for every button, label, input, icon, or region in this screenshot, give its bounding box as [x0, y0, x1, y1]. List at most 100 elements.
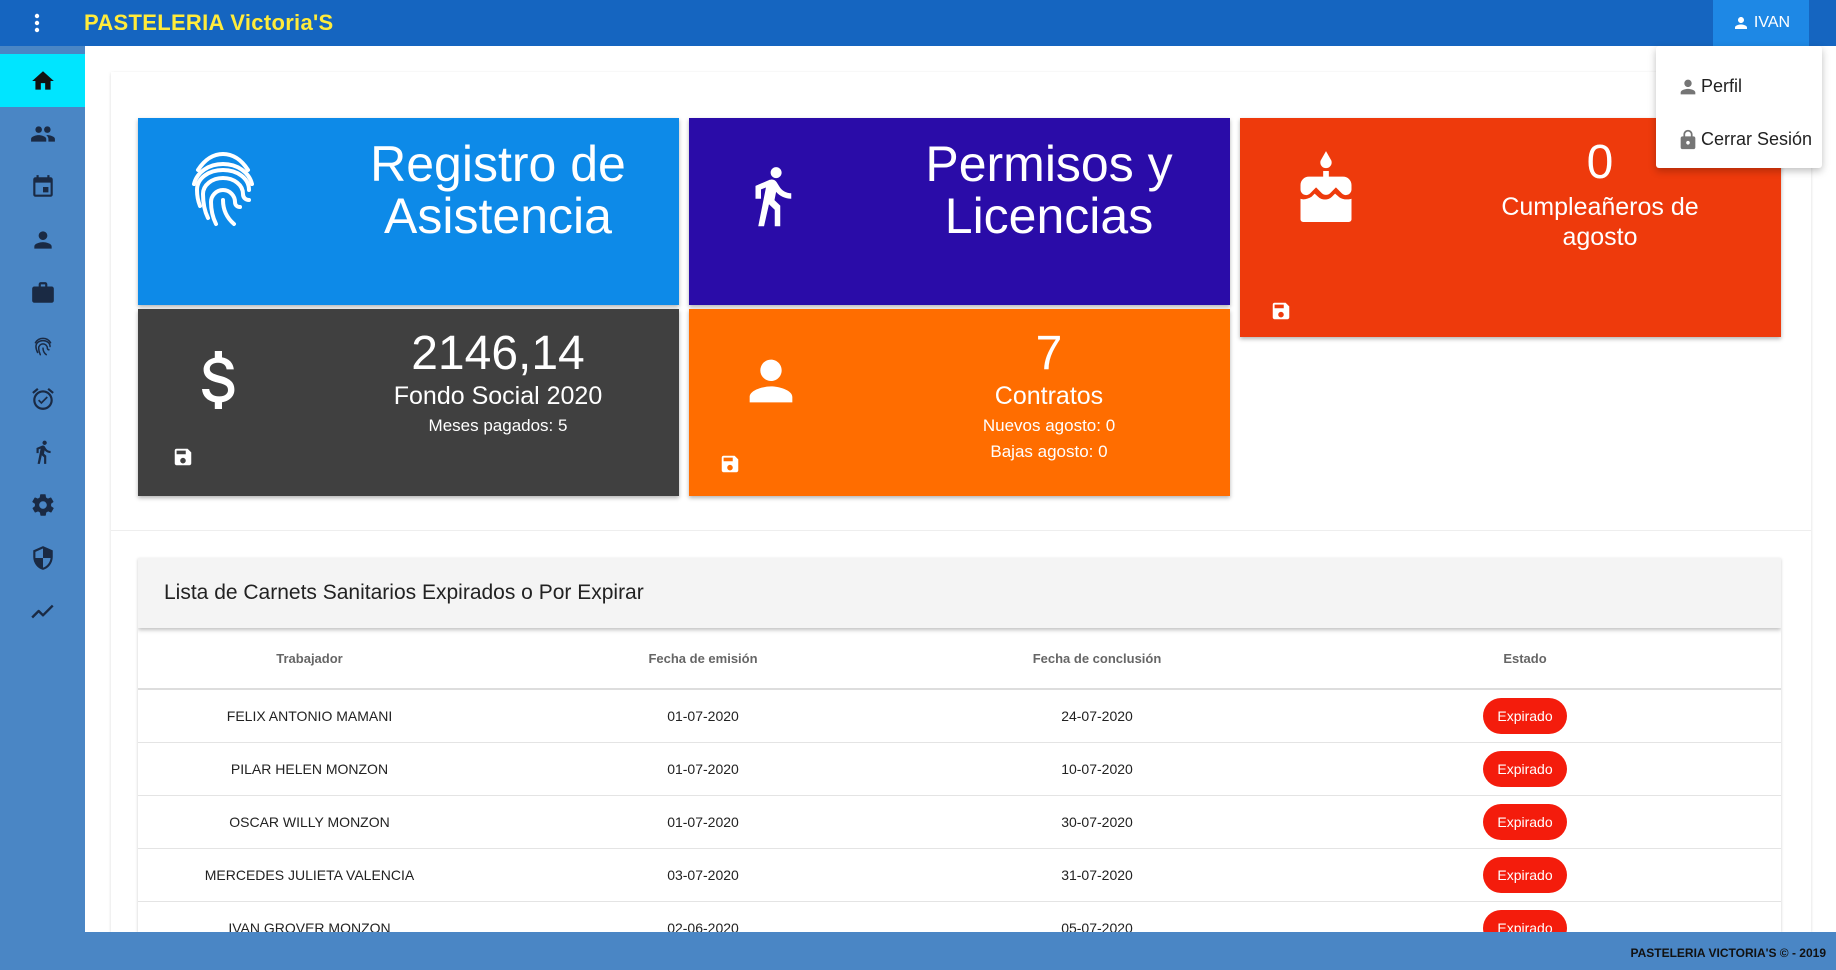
sidebar-item-permissions[interactable]	[0, 425, 85, 478]
status-badge[interactable]: Expirado	[1483, 909, 1567, 932]
status-badge[interactable]: Expirado	[1483, 856, 1567, 893]
sidebar-item-fingerprint[interactable]	[0, 319, 85, 372]
main-content: Registro de Asistencia Permisos y Licenc…	[85, 46, 1836, 932]
tile-registro-line1: Registro de	[370, 136, 626, 192]
section-divider	[111, 530, 1811, 531]
cell-conclusion: 31-07-2020	[925, 848, 1269, 902]
cell-emision: 03-07-2020	[481, 848, 925, 902]
cell-estado: Expirado	[1269, 848, 1781, 902]
sidebar-item-people[interactable]	[0, 107, 85, 160]
tile-cumple-line2: agosto	[1562, 223, 1638, 251]
save-icon[interactable]	[1270, 300, 1292, 322]
menu-item-perfil-label: Perfil	[1701, 76, 1743, 96]
app-title: PASTELERIA Victoria'S	[84, 10, 334, 35]
cell-emision: 01-07-2020	[481, 742, 925, 796]
gear-icon	[31, 493, 54, 516]
status-badge[interactable]: Expirado	[1483, 803, 1567, 840]
tile-contratos-sub2: Bajas agosto: 0	[990, 442, 1108, 461]
dashboard-panel: Registro de Asistencia Permisos y Licenc…	[111, 72, 1811, 932]
table-row: FELIX ANTONIO MAMANI 01-07-2020 24-07-2020…	[138, 689, 1781, 743]
person-icon	[749, 359, 793, 403]
table-title: Lista de Carnets Sanitarios Expirados o …	[138, 558, 1781, 628]
column-header-trabajador[interactable]: Trabajador	[138, 628, 481, 690]
cell-conclusion: 05-07-2020	[925, 901, 1269, 932]
calendar-icon	[32, 174, 53, 197]
sidebar-item-calendar[interactable]	[0, 160, 85, 213]
cell-conclusion: 30-07-2020	[925, 795, 1269, 849]
tile-contratos-label: Contratos	[994, 382, 1104, 410]
table-row: PILAR HELEN MONZON 01-07-2020 10-07-2020 Ex…	[138, 742, 1781, 796]
user-name: IVAN	[1753, 14, 1791, 31]
tile-permisos-line2: Licencias	[944, 188, 1154, 244]
person-icon	[33, 230, 52, 249]
cell-trabajador: PILAR HELEN MONZON	[138, 742, 481, 796]
dollar-icon	[202, 351, 235, 409]
briefcase-icon	[31, 281, 54, 303]
user-dropdown-menu: Perfil Cerrar Sesión	[1656, 46, 1822, 168]
running-person-icon	[36, 440, 51, 464]
sidebar-item-settings[interactable]	[0, 478, 85, 531]
lock-icon	[1680, 129, 1696, 149]
footer: PASTELERIA VICTORIA'S © - 2019	[0, 932, 1836, 970]
cell-conclusion: 24-07-2020	[925, 689, 1269, 743]
tile-contratos-value: 7	[1035, 327, 1063, 380]
security-shield-icon	[32, 545, 53, 570]
tile-cumple-line1: Cumpleañeros de	[1501, 193, 1699, 221]
cell-trabajador: IVAN GROVER MONZON	[138, 901, 481, 932]
person-icon	[1680, 79, 1696, 94]
cell-emision: 02-06-2020	[481, 901, 925, 932]
tile-registro-asistencia[interactable]: Registro de Asistencia	[138, 118, 679, 305]
menu-item-cerrar-sesion-label: Cerrar Sesión	[1701, 129, 1813, 149]
tile-fondo-value: 2146,14	[411, 327, 585, 380]
sidebar-item-security[interactable]	[0, 531, 85, 584]
fingerprint-icon	[192, 151, 254, 226]
cell-estado: Expirado	[1269, 689, 1781, 743]
carnets-table-card: Lista de Carnets Sanitarios Expirados o …	[138, 558, 1781, 932]
column-header-emision[interactable]: Fecha de emisión	[481, 628, 925, 690]
save-icon[interactable]	[172, 446, 194, 468]
sidebar-nav	[0, 46, 85, 932]
status-badge[interactable]: Expirado	[1483, 697, 1567, 734]
carnets-table: Trabajador Fecha de emisión Fecha de con…	[138, 628, 1781, 932]
trending-up-icon	[30, 604, 54, 618]
table-row: IVAN GROVER MONZON 02-06-2020 05-07-2020 Ex…	[138, 901, 1781, 932]
more-vert-icon	[34, 13, 40, 33]
tile-fondo-social[interactable]: 2146,14 Fondo Social 2020 Meses pagados:…	[138, 309, 679, 496]
tile-registro-line2: Asistencia	[384, 188, 612, 244]
user-menu-button[interactable]: IVAN	[1713, 0, 1809, 46]
alarm-check-icon	[31, 387, 54, 410]
status-badge[interactable]: Expirado	[1483, 750, 1567, 787]
cell-estado: Expirado	[1269, 742, 1781, 796]
column-header-estado[interactable]: Estado	[1269, 628, 1781, 690]
account-icon	[1734, 17, 1747, 29]
sidebar-item-alarm[interactable]	[0, 372, 85, 425]
cell-estado: Expirado	[1269, 901, 1781, 932]
cell-trabajador: MERCEDES JULIETA VALENCIA	[138, 848, 481, 902]
tile-contratos[interactable]: 7 Contratos Nuevos agosto: 0 Bajas agost…	[689, 309, 1230, 496]
sidebar-item-reports[interactable]	[0, 584, 85, 637]
menu-item-perfil[interactable]: Perfil	[1656, 60, 1822, 113]
tile-fondo-label: Fondo Social 2020	[393, 382, 603, 410]
table-header-row: Trabajador Fecha de emisión Fecha de con…	[138, 628, 1781, 690]
top-app-bar: PASTELERIA Victoria'S IVAN	[0, 0, 1836, 46]
cell-conclusion: 10-07-2020	[925, 742, 1269, 796]
sidebar-item-work[interactable]	[0, 266, 85, 319]
menu-item-cerrar-sesion[interactable]: Cerrar Sesión	[1656, 113, 1822, 166]
tile-permisos-licencias[interactable]: Permisos y Licencias	[689, 118, 1230, 305]
tile-fondo-sub: Meses pagados: 5	[428, 416, 568, 435]
cell-trabajador: FELIX ANTONIO MAMANI	[138, 689, 481, 743]
cell-trabajador: OSCAR WILLY MONZON	[138, 795, 481, 849]
people-icon	[30, 125, 55, 142]
cell-estado: Expirado	[1269, 795, 1781, 849]
more-vert-menu-button[interactable]	[0, 0, 74, 46]
sidebar-item-home[interactable]	[0, 54, 85, 107]
tile-contratos-sub1: Nuevos agosto: 0	[982, 416, 1116, 435]
sidebar-item-person[interactable]	[0, 213, 85, 266]
cake-icon	[1300, 151, 1352, 222]
footer-copyright: PASTELERIA VICTORIA'S © - 2019	[1630, 946, 1826, 960]
save-icon[interactable]	[719, 453, 741, 475]
column-header-conclusion[interactable]: Fecha de conclusión	[925, 628, 1269, 690]
cell-emision: 01-07-2020	[481, 689, 925, 743]
cell-emision: 01-07-2020	[481, 795, 925, 849]
home-icon	[31, 70, 54, 90]
